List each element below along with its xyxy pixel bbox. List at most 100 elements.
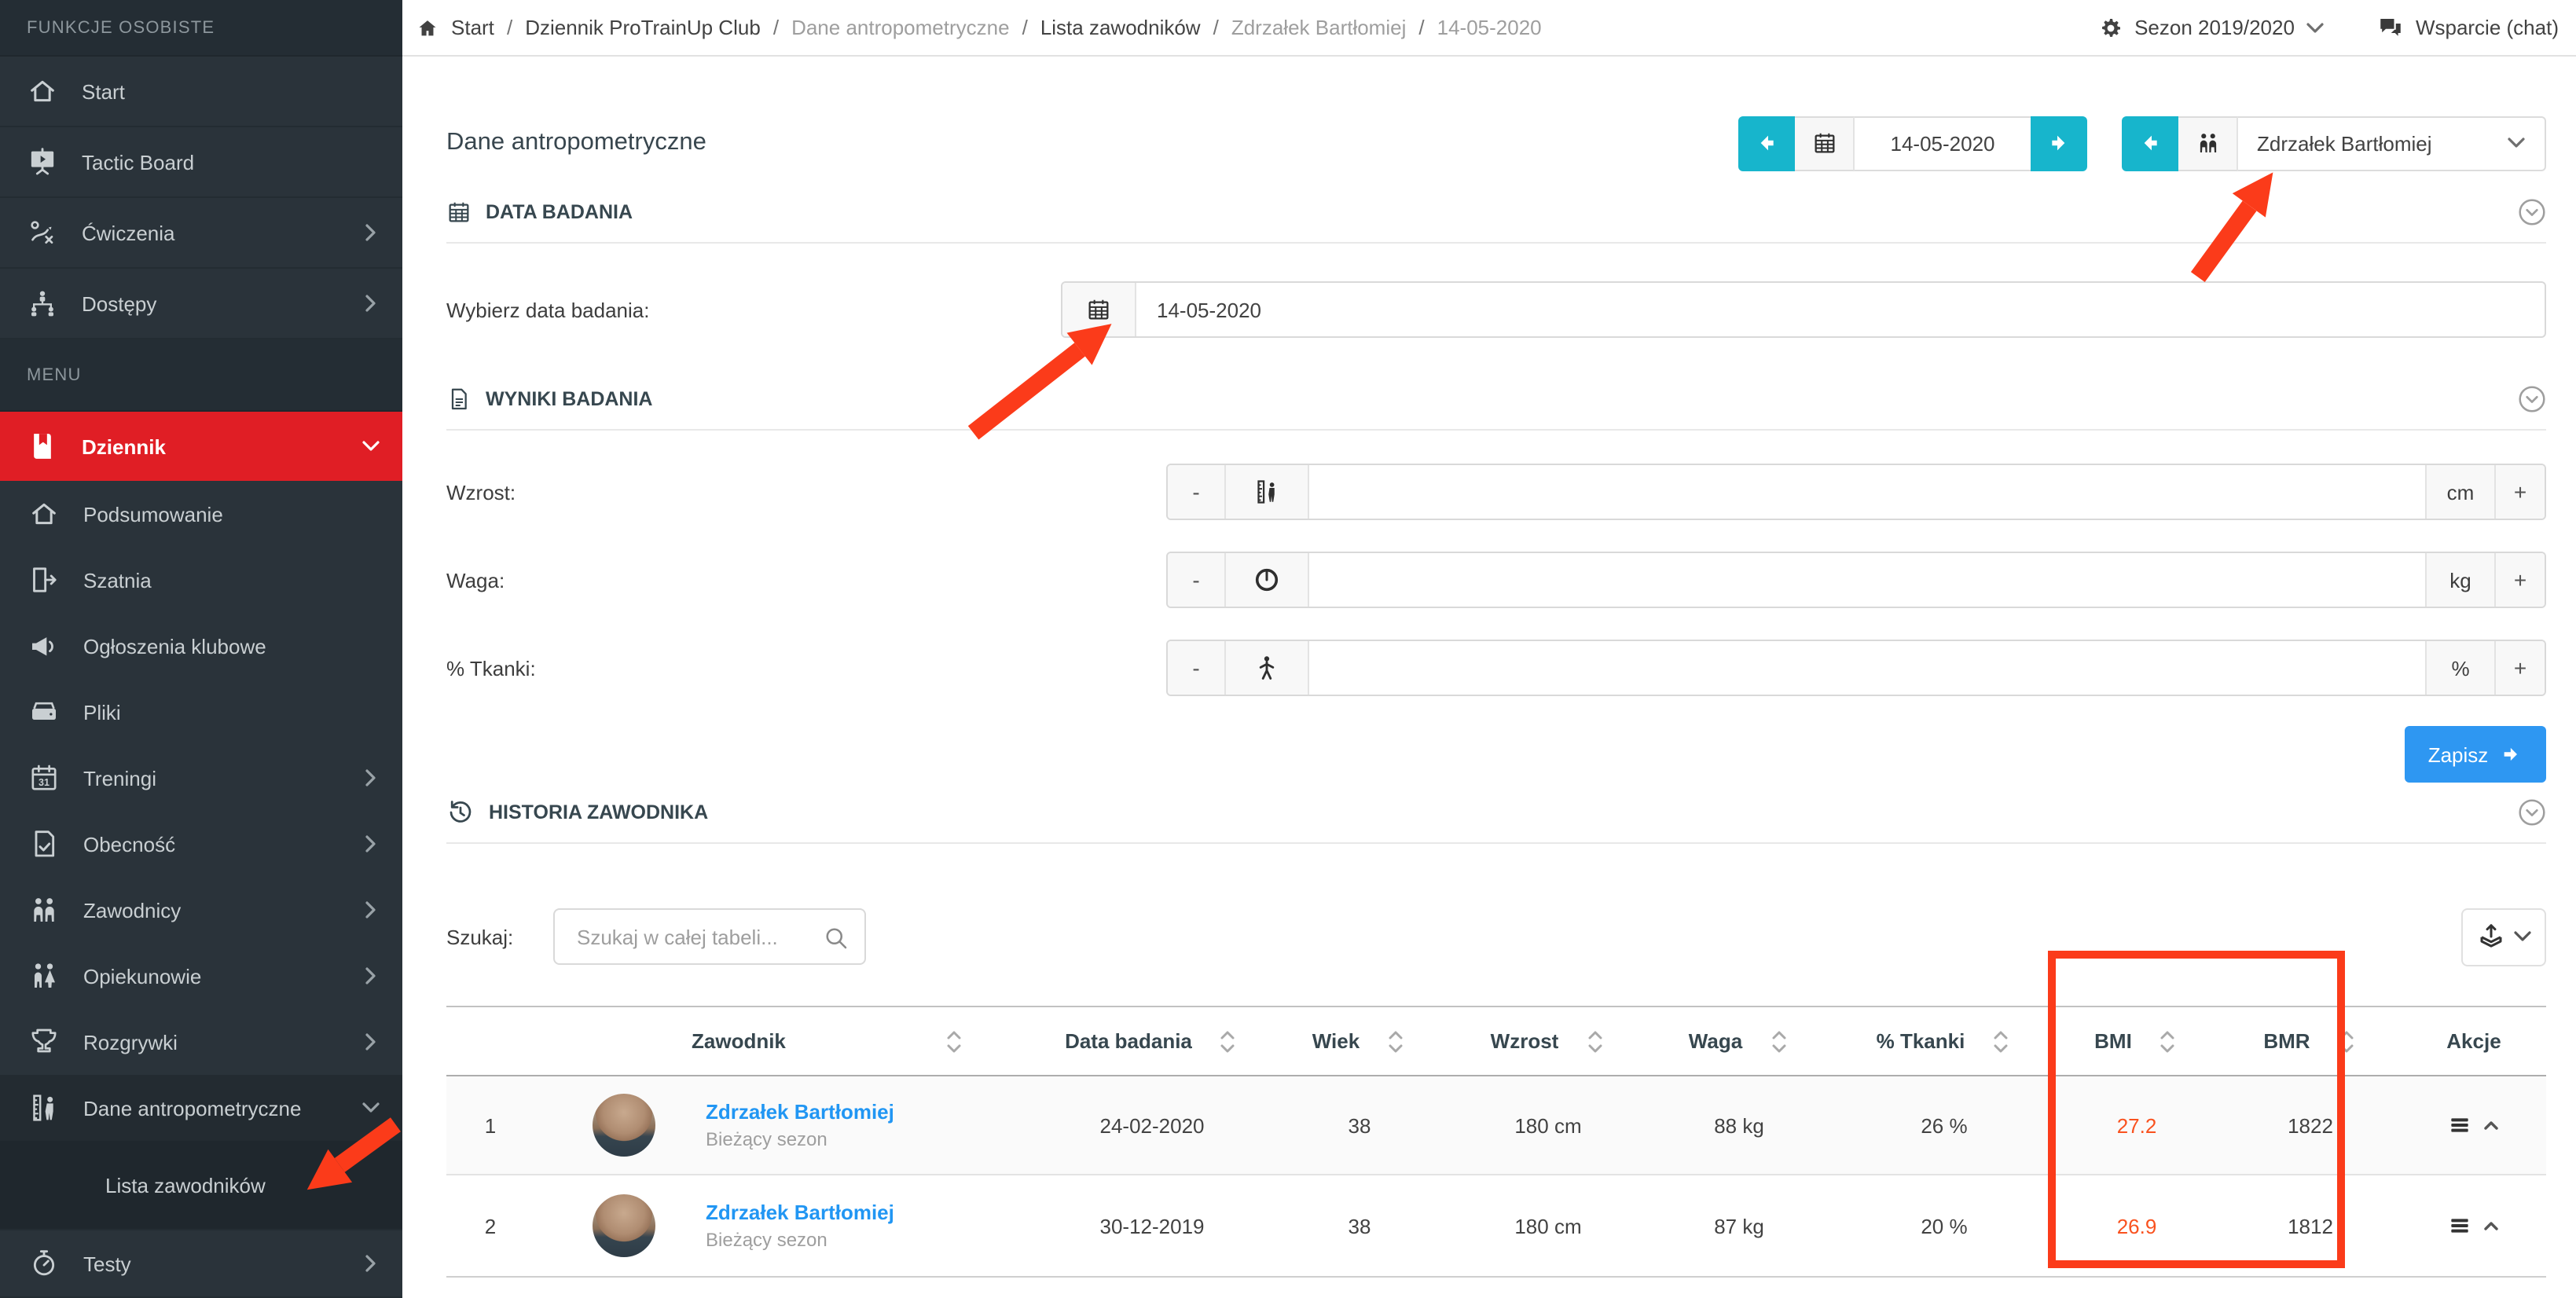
wzrost-minus-button[interactable]: - — [1168, 465, 1226, 519]
sidebar-item-zawodnicy[interactable]: Zawodnicy — [0, 877, 402, 943]
tkanki-input-group: - % + — [1166, 640, 2546, 696]
date-next-button[interactable] — [2031, 116, 2087, 170]
calendar-icon-addon — [1062, 283, 1136, 336]
section-divider — [446, 842, 2546, 844]
arrow-right-icon — [2046, 130, 2071, 156]
sidebar-item-szatnia[interactable]: Szatnia — [0, 547, 402, 613]
cell-height: 180 cm — [1452, 1214, 1644, 1238]
main-area: Start / Dziennik ProTrainUp Club / Dane … — [402, 0, 2576, 1298]
column-header-tkanki[interactable]: % Tkanki — [1834, 1027, 2054, 1055]
tkanki-minus-button[interactable]: - — [1168, 641, 1226, 695]
date-navigator-value[interactable]: 14-05-2020 — [1855, 116, 2031, 170]
cell-date: 24-02-2020 — [1037, 1113, 1267, 1137]
sidebar-item-start[interactable]: Start — [0, 57, 402, 127]
waga-plus-button[interactable]: + — [2494, 553, 2545, 607]
sidebar-item-label: Podsumowanie — [83, 502, 223, 526]
sidebar-item-treningi[interactable]: Treningi — [0, 745, 402, 811]
sidebar-item-obecnosc[interactable]: Obecność — [0, 811, 402, 877]
caret-up-icon — [2482, 1116, 2501, 1135]
column-header-zawodnik[interactable]: Zawodnik — [534, 1027, 1037, 1055]
collapse-section-button[interactable] — [2518, 798, 2546, 827]
tkanki-plus-button[interactable]: + — [2494, 641, 2545, 695]
sidebar-item-opiekunowie[interactable]: Opiekunowie — [0, 943, 402, 1009]
breadcrumb-item[interactable]: Dane antropometryczne — [791, 16, 1010, 39]
section-title-data-badania: DATA BADANIA — [486, 201, 633, 223]
sidebar: FUNKCJE OSOBISTE Start Tactic Board Ćwic… — [0, 0, 402, 1298]
waga-input[interactable] — [1309, 553, 2425, 607]
column-header-bmi[interactable]: BMI — [2054, 1027, 2219, 1055]
chevron-right-icon — [361, 768, 380, 787]
player-name-link[interactable]: Zdrzałek Bartłomiej — [706, 1201, 894, 1224]
sidebar-item-podsumowanie[interactable]: Podsumowanie — [0, 481, 402, 547]
row-actions-button[interactable] — [2402, 1213, 2546, 1238]
save-arrow-icon — [2501, 743, 2523, 765]
player-select[interactable]: Zdrzałek Bartłomiej — [2238, 116, 2546, 170]
sidebar-item-dostepy[interactable]: Dostępy — [0, 269, 402, 339]
export-button[interactable] — [2461, 908, 2546, 966]
sort-icon — [2157, 1027, 2179, 1055]
wzrost-plus-button[interactable]: + — [2494, 465, 2545, 519]
date-input-group — [1061, 281, 2546, 338]
date-prev-button[interactable] — [1738, 116, 1795, 170]
breadcrumb-item[interactable]: Zdrzałek Bartłomiej — [1231, 16, 1407, 39]
gear-icon — [2098, 15, 2123, 40]
chevron-right-icon — [361, 834, 380, 853]
player-season: Bieżący sezon — [706, 1128, 894, 1150]
sidebar-item-dane-antropometryczne[interactable]: Dane antropometryczne — [0, 1075, 402, 1141]
breadcrumb-item[interactable]: Start — [451, 16, 494, 39]
sidebar-item-testy[interactable]: Testy — [0, 1229, 402, 1298]
access-icon — [27, 288, 58, 319]
section-divider — [446, 429, 2546, 431]
column-header-data-badania[interactable]: Data badania — [1037, 1027, 1267, 1055]
weight-icon-addon — [1226, 553, 1309, 607]
tkanki-input[interactable] — [1309, 641, 2425, 695]
sidebar-item-label: Rozgrywki — [83, 1030, 178, 1054]
column-header-waga[interactable]: Waga — [1644, 1027, 1834, 1055]
sidebar-item-label: Opiekunowie — [83, 964, 201, 988]
collapse-section-button[interactable] — [2518, 385, 2546, 413]
sidebar-section-menu-label: MENU — [0, 339, 402, 412]
search-input[interactable] — [574, 923, 816, 950]
sidebar-item-rozgrywki[interactable]: Rozgrywki — [0, 1009, 402, 1075]
breadcrumb-separator: / — [773, 16, 779, 39]
sidebar-section-personal-label: FUNKCJE OSOBISTE — [0, 0, 402, 57]
sidebar-item-label: Testy — [83, 1252, 131, 1275]
sort-icon — [1767, 1027, 1789, 1055]
column-label: BMR — [2263, 1029, 2310, 1053]
support-chat-link[interactable]: Wsparcie (chat) — [2376, 13, 2559, 42]
sidebar-item-pliki[interactable]: Pliki — [0, 679, 402, 745]
sidebar-item-cwiczenia[interactable]: Ćwiczenia — [0, 198, 402, 269]
support-label: Wsparcie (chat) — [2416, 16, 2559, 39]
arrow-left-icon — [2137, 130, 2163, 156]
search-box — [553, 908, 866, 965]
waga-minus-button[interactable]: - — [1168, 553, 1226, 607]
row-actions-button[interactable] — [2402, 1113, 2546, 1138]
date-navigator: 14-05-2020 — [1738, 116, 2087, 170]
breadcrumb-item[interactable]: Dziennik ProTrainUp Club — [525, 16, 761, 39]
breadcrumb-item[interactable]: Lista zawodników — [1040, 16, 1201, 39]
sidebar-item-dziennik[interactable]: Dziennik — [0, 412, 402, 481]
search-label: Szukaj: — [446, 925, 531, 948]
season-selector[interactable]: Sezon 2019/2020 — [2098, 15, 2325, 40]
collapse-section-button[interactable] — [2518, 198, 2546, 226]
sidebar-item-tactic-board[interactable]: Tactic Board — [0, 127, 402, 198]
player-prev-button[interactable] — [2122, 116, 2178, 170]
hamburger-icon — [2447, 1213, 2472, 1238]
column-header-wzrost[interactable]: Wzrost — [1452, 1027, 1644, 1055]
cell-age: 38 — [1267, 1113, 1452, 1137]
save-button[interactable]: Zapisz — [2405, 726, 2546, 783]
cell-bmr: 1822 — [2219, 1113, 2402, 1137]
sidebar-item-label: Tactic Board — [82, 150, 194, 174]
player-name-link[interactable]: Zdrzałek Bartłomiej — [706, 1100, 894, 1124]
chevron-right-icon — [361, 966, 380, 985]
column-header-wiek[interactable]: Wiek — [1267, 1027, 1452, 1055]
date-field-label: Wybierz data badania: — [446, 298, 1061, 321]
sidebar-item-label: Dostępy — [82, 292, 156, 315]
sidebar-item-ogloszenia-klubowe[interactable]: Ogłoszenia klubowe — [0, 613, 402, 679]
sidebar-subitem-lista-zawodnikow[interactable]: Lista zawodników — [0, 1141, 402, 1229]
column-label: Waga — [1689, 1029, 1742, 1053]
date-input[interactable] — [1136, 283, 2545, 336]
column-header-akcje: Akcje — [2402, 1029, 2546, 1053]
column-header-bmr[interactable]: BMR — [2219, 1027, 2402, 1055]
wzrost-input[interactable] — [1309, 465, 2425, 519]
